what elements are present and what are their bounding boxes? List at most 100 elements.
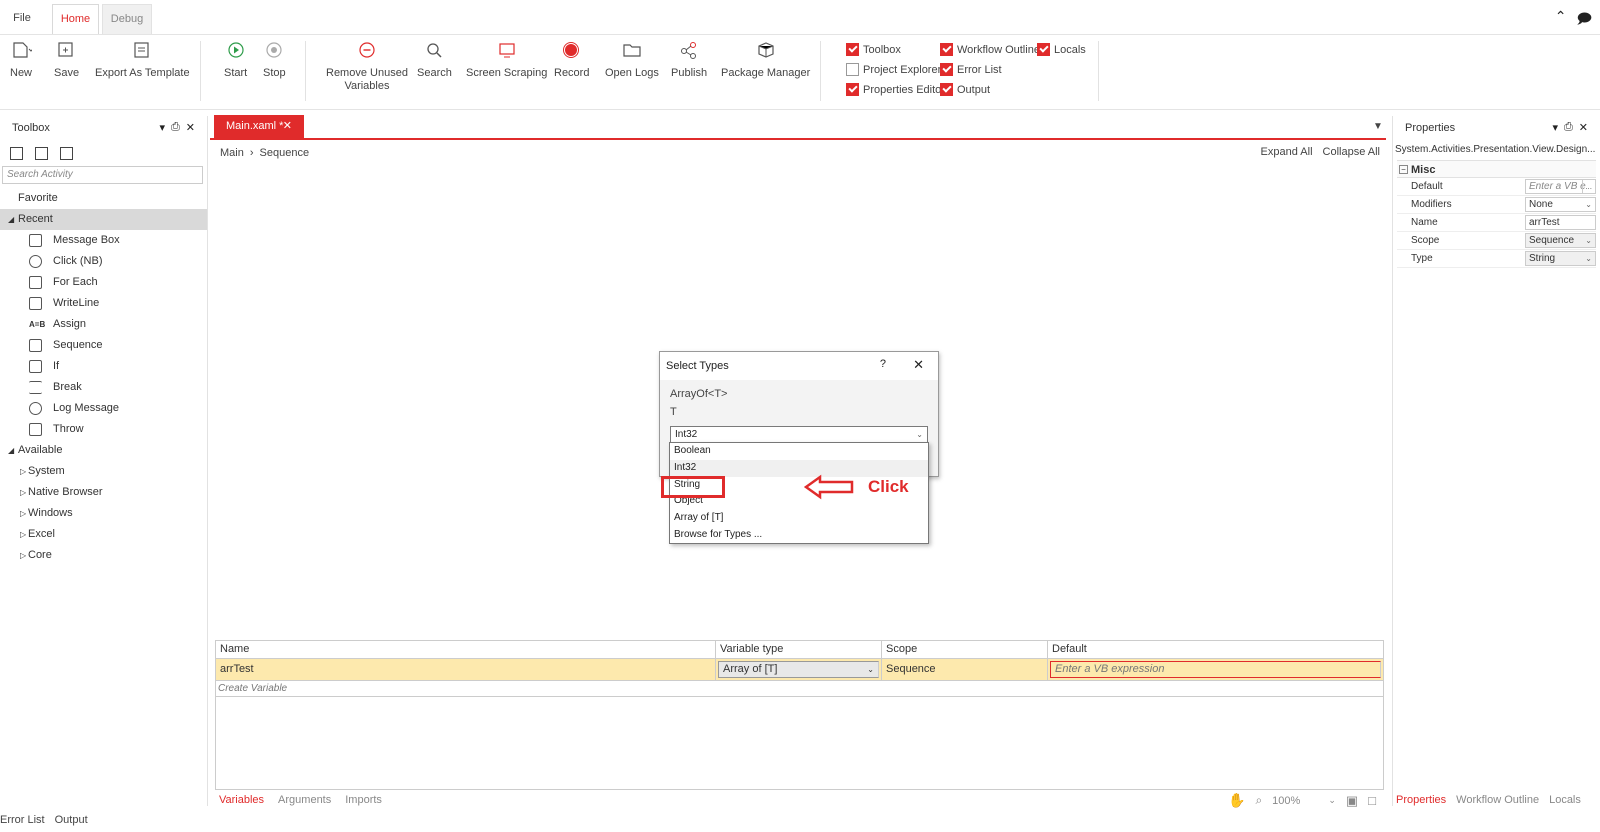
tab-error-list[interactable]: Error List	[0, 812, 45, 832]
activity-log-message[interactable]: Log Message	[0, 398, 207, 419]
tab-home[interactable]: Home	[52, 4, 99, 34]
activity-assign[interactable]: A=B Assign	[0, 314, 207, 335]
property-default-input[interactable]: Enter a VB e ...	[1525, 179, 1596, 194]
variable-name-cell[interactable]: arrTest	[216, 659, 716, 680]
open-logs-button[interactable]: Open Logs	[605, 39, 659, 80]
breadcrumb-main[interactable]: Main	[220, 147, 244, 159]
default-expression-input[interactable]: Enter a VB expression	[1050, 661, 1381, 678]
collapse-all-link[interactable]: Collapse All	[1323, 146, 1380, 158]
activity-throw[interactable]: Throw	[0, 419, 207, 440]
table-row[interactable]: arrTest Array of [T] ⌄ Sequence Enter a …	[216, 659, 1383, 681]
toolbox-checkbox[interactable]: Toolbox	[846, 43, 901, 56]
pin-icon[interactable]: ⎙	[1564, 121, 1573, 134]
zoom-search-icon[interactable]: ⌕	[1255, 793, 1262, 808]
tab-list-icon[interactable]: ▼	[1373, 121, 1383, 132]
activity-writeline[interactable]: WriteLine	[0, 293, 207, 314]
tree-core[interactable]: ▷ Core	[0, 545, 207, 566]
overview-icon[interactable]: □	[1368, 793, 1376, 808]
activity-click[interactable]: Click (NB)	[0, 251, 207, 272]
type-option-int32[interactable]: Int32	[670, 459, 928, 477]
activity-for-each[interactable]: For Each	[0, 272, 207, 293]
collapse-ribbon-icon[interactable]: ⌃	[1555, 8, 1567, 32]
tree-native-browser[interactable]: ▷ Native Browser	[0, 482, 207, 503]
publish-button[interactable]: Publish	[671, 39, 707, 80]
property-modifiers-select[interactable]: None ⌄	[1525, 197, 1596, 212]
assign-icon: A=B	[29, 320, 46, 329]
close-icon[interactable]: ✕	[283, 115, 292, 138]
package-manager-button[interactable]: Package Manager	[721, 39, 810, 80]
property-name-input[interactable]: arrTest	[1525, 215, 1596, 230]
ellipsis-button[interactable]: ...	[1582, 180, 1592, 193]
tab-workflow-outline[interactable]: Workflow Outline	[1456, 794, 1539, 806]
type-option-array[interactable]: Array of [T]	[670, 510, 928, 527]
record-button[interactable]: Record	[554, 39, 589, 80]
save-button[interactable]: Save	[54, 39, 79, 80]
tree-excel[interactable]: ▷ Excel	[0, 524, 207, 545]
hand-pan-icon[interactable]: ✋	[1228, 792, 1245, 809]
tree-windows[interactable]: ▷ Windows	[0, 503, 207, 524]
export-template-button[interactable]: Export As Template	[95, 39, 190, 80]
properties-group-misc[interactable]: − Misc	[1397, 160, 1596, 178]
dropdown-arrow-icon[interactable]: ▾	[1552, 121, 1558, 134]
tab-file[interactable]: File	[2, 4, 42, 34]
fit-screen-icon[interactable]: ▣	[1346, 793, 1358, 809]
activity-sequence[interactable]: Sequence	[0, 335, 207, 356]
search-activity-input[interactable]: Search Activity	[2, 166, 203, 184]
scope-cell[interactable]: Sequence	[882, 659, 1048, 680]
type-select[interactable]: Int32 ⌄	[670, 426, 928, 443]
expand-all-link[interactable]: Expand All	[1261, 146, 1313, 158]
tab-variables[interactable]: Variables	[219, 794, 264, 806]
tab-properties[interactable]: Properties	[1396, 794, 1446, 806]
chat-icon[interactable]: 🗩	[1576, 8, 1592, 32]
project-explorer-checkbox[interactable]: Project Explorer	[846, 63, 941, 76]
activity-if[interactable]: If	[0, 356, 207, 377]
locals-checkbox[interactable]: Locals	[1037, 43, 1086, 56]
tree-recent[interactable]: ◢ Recent	[0, 209, 207, 230]
type-option-boolean[interactable]: Boolean	[670, 443, 928, 460]
new-button[interactable]: New	[10, 39, 32, 80]
start-button[interactable]: Start	[224, 39, 247, 80]
error-list-checkbox[interactable]: Error List	[940, 63, 1002, 76]
remove-unused-variables-button[interactable]: Remove Unused Variables	[326, 39, 408, 93]
property-scope-select[interactable]: Sequence ⌄	[1525, 233, 1596, 248]
expand-all-icon[interactable]	[10, 146, 23, 160]
help-icon[interactable]: ?	[880, 358, 886, 370]
search-button[interactable]: Search	[417, 39, 452, 80]
type-option-browse[interactable]: Browse for Types ...	[670, 527, 928, 544]
collapse-all-icon[interactable]	[35, 146, 48, 160]
dropdown-arrow-icon[interactable]: ▾	[159, 121, 165, 134]
close-icon[interactable]: ✕	[186, 121, 195, 134]
close-icon[interactable]: ✕	[1579, 121, 1588, 134]
tab-output[interactable]: Output	[55, 812, 88, 832]
chevron-down-icon[interactable]: ⌄	[1328, 795, 1336, 806]
tab-main-xaml[interactable]: Main.xaml * ✕	[214, 115, 304, 138]
tree-available[interactable]: ◢ Available	[0, 440, 207, 461]
pin-icon[interactable]: ⎙	[171, 121, 180, 134]
activity-break[interactable]: Break	[0, 377, 207, 398]
zoom-value[interactable]: 100%	[1272, 795, 1300, 807]
create-variable-row[interactable]: Create Variable	[216, 681, 1383, 697]
tab-debug[interactable]: Debug	[102, 4, 152, 34]
property-type-select[interactable]: String ⌄	[1525, 251, 1596, 266]
play-icon	[228, 42, 244, 58]
workflow-outline-checkbox[interactable]: Workflow Outline	[940, 43, 1040, 56]
tree-system[interactable]: ▷ System	[0, 461, 207, 482]
activity-message-box[interactable]: Message Box	[0, 230, 207, 251]
close-icon[interactable]: ✕	[913, 357, 924, 373]
screen-scraping-button[interactable]: Screen Scraping	[466, 39, 547, 80]
tab-imports[interactable]: Imports	[345, 794, 382, 806]
tree-favorite[interactable]: Favorite	[0, 188, 207, 209]
stop-icon	[266, 42, 282, 58]
publish-label: Publish	[671, 67, 708, 79]
properties-editor-checkbox[interactable]: Properties Editor	[846, 83, 945, 96]
variable-type-select[interactable]: Array of [T] ⌄	[718, 661, 879, 678]
collapse-icon[interactable]: −	[1399, 165, 1408, 174]
output-checkbox[interactable]: Output	[940, 83, 990, 96]
new-label: New	[10, 67, 33, 79]
tab-locals[interactable]: Locals	[1549, 794, 1581, 806]
tab-arguments[interactable]: Arguments	[278, 794, 331, 806]
remove-label-1: Remove Unused	[326, 67, 408, 79]
stop-button[interactable]: Stop	[263, 39, 286, 80]
breadcrumb-sequence[interactable]: Sequence	[260, 147, 310, 159]
list-view-icon[interactable]	[60, 146, 73, 160]
